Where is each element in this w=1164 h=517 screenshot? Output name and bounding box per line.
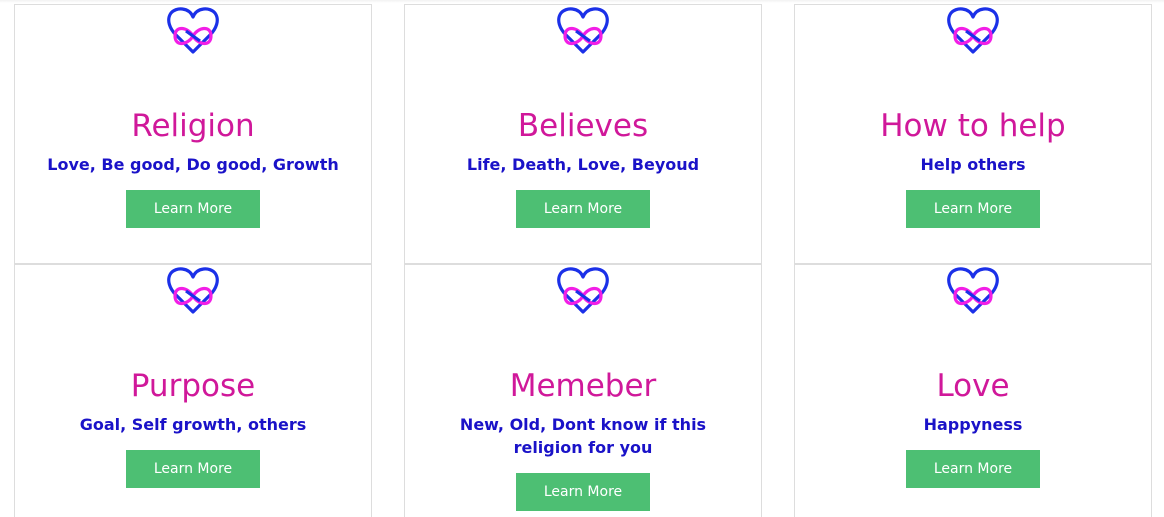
card-description: Help others (920, 155, 1026, 174)
card-title: How to help (880, 108, 1066, 144)
card-how-to-help: How to help Help others Learn More (794, 4, 1152, 264)
heart-infinity-icon (946, 265, 1000, 315)
learn-more-button[interactable]: Learn More (126, 450, 260, 488)
heart-infinity-icon (946, 5, 1000, 55)
card-description: Goal, Self growth, others (79, 415, 307, 434)
learn-more-button[interactable]: Learn More (906, 190, 1040, 228)
card-love: Love Happyness Learn More (794, 264, 1152, 517)
card-description: Happyness (923, 415, 1023, 434)
learn-more-button[interactable]: Learn More (906, 450, 1040, 488)
card-grid: Religion Love, Be good, Do good, Growth … (0, 0, 1164, 517)
learn-more-button[interactable]: Learn More (516, 473, 650, 511)
card-religion: Religion Love, Be good, Do good, Growth … (14, 4, 372, 264)
heart-infinity-icon (166, 265, 220, 315)
card-title: Purpose (130, 368, 256, 404)
learn-more-button[interactable]: Learn More (516, 190, 650, 228)
learn-more-button[interactable]: Learn More (126, 190, 260, 228)
card-description: New, Old, Dont know if this religion for… (459, 415, 707, 457)
top-edge-shadow (0, 0, 1164, 3)
card-title: Memeber (509, 368, 657, 404)
card-title: Believes (517, 108, 649, 144)
card-title: Religion (131, 108, 255, 144)
heart-infinity-icon (556, 5, 610, 55)
heart-infinity-icon (556, 265, 610, 315)
card-memeber: Memeber New, Old, Dont know if this reli… (404, 264, 762, 517)
heart-infinity-icon (166, 5, 220, 55)
card-title: Love (936, 368, 1010, 404)
card-description: Life, Death, Love, Beyoud (466, 155, 700, 174)
card-believes: Believes Life, Death, Love, Beyoud Learn… (404, 4, 762, 264)
card-purpose: Purpose Goal, Self growth, others Learn … (14, 264, 372, 517)
card-description: Love, Be good, Do good, Growth (47, 155, 339, 174)
